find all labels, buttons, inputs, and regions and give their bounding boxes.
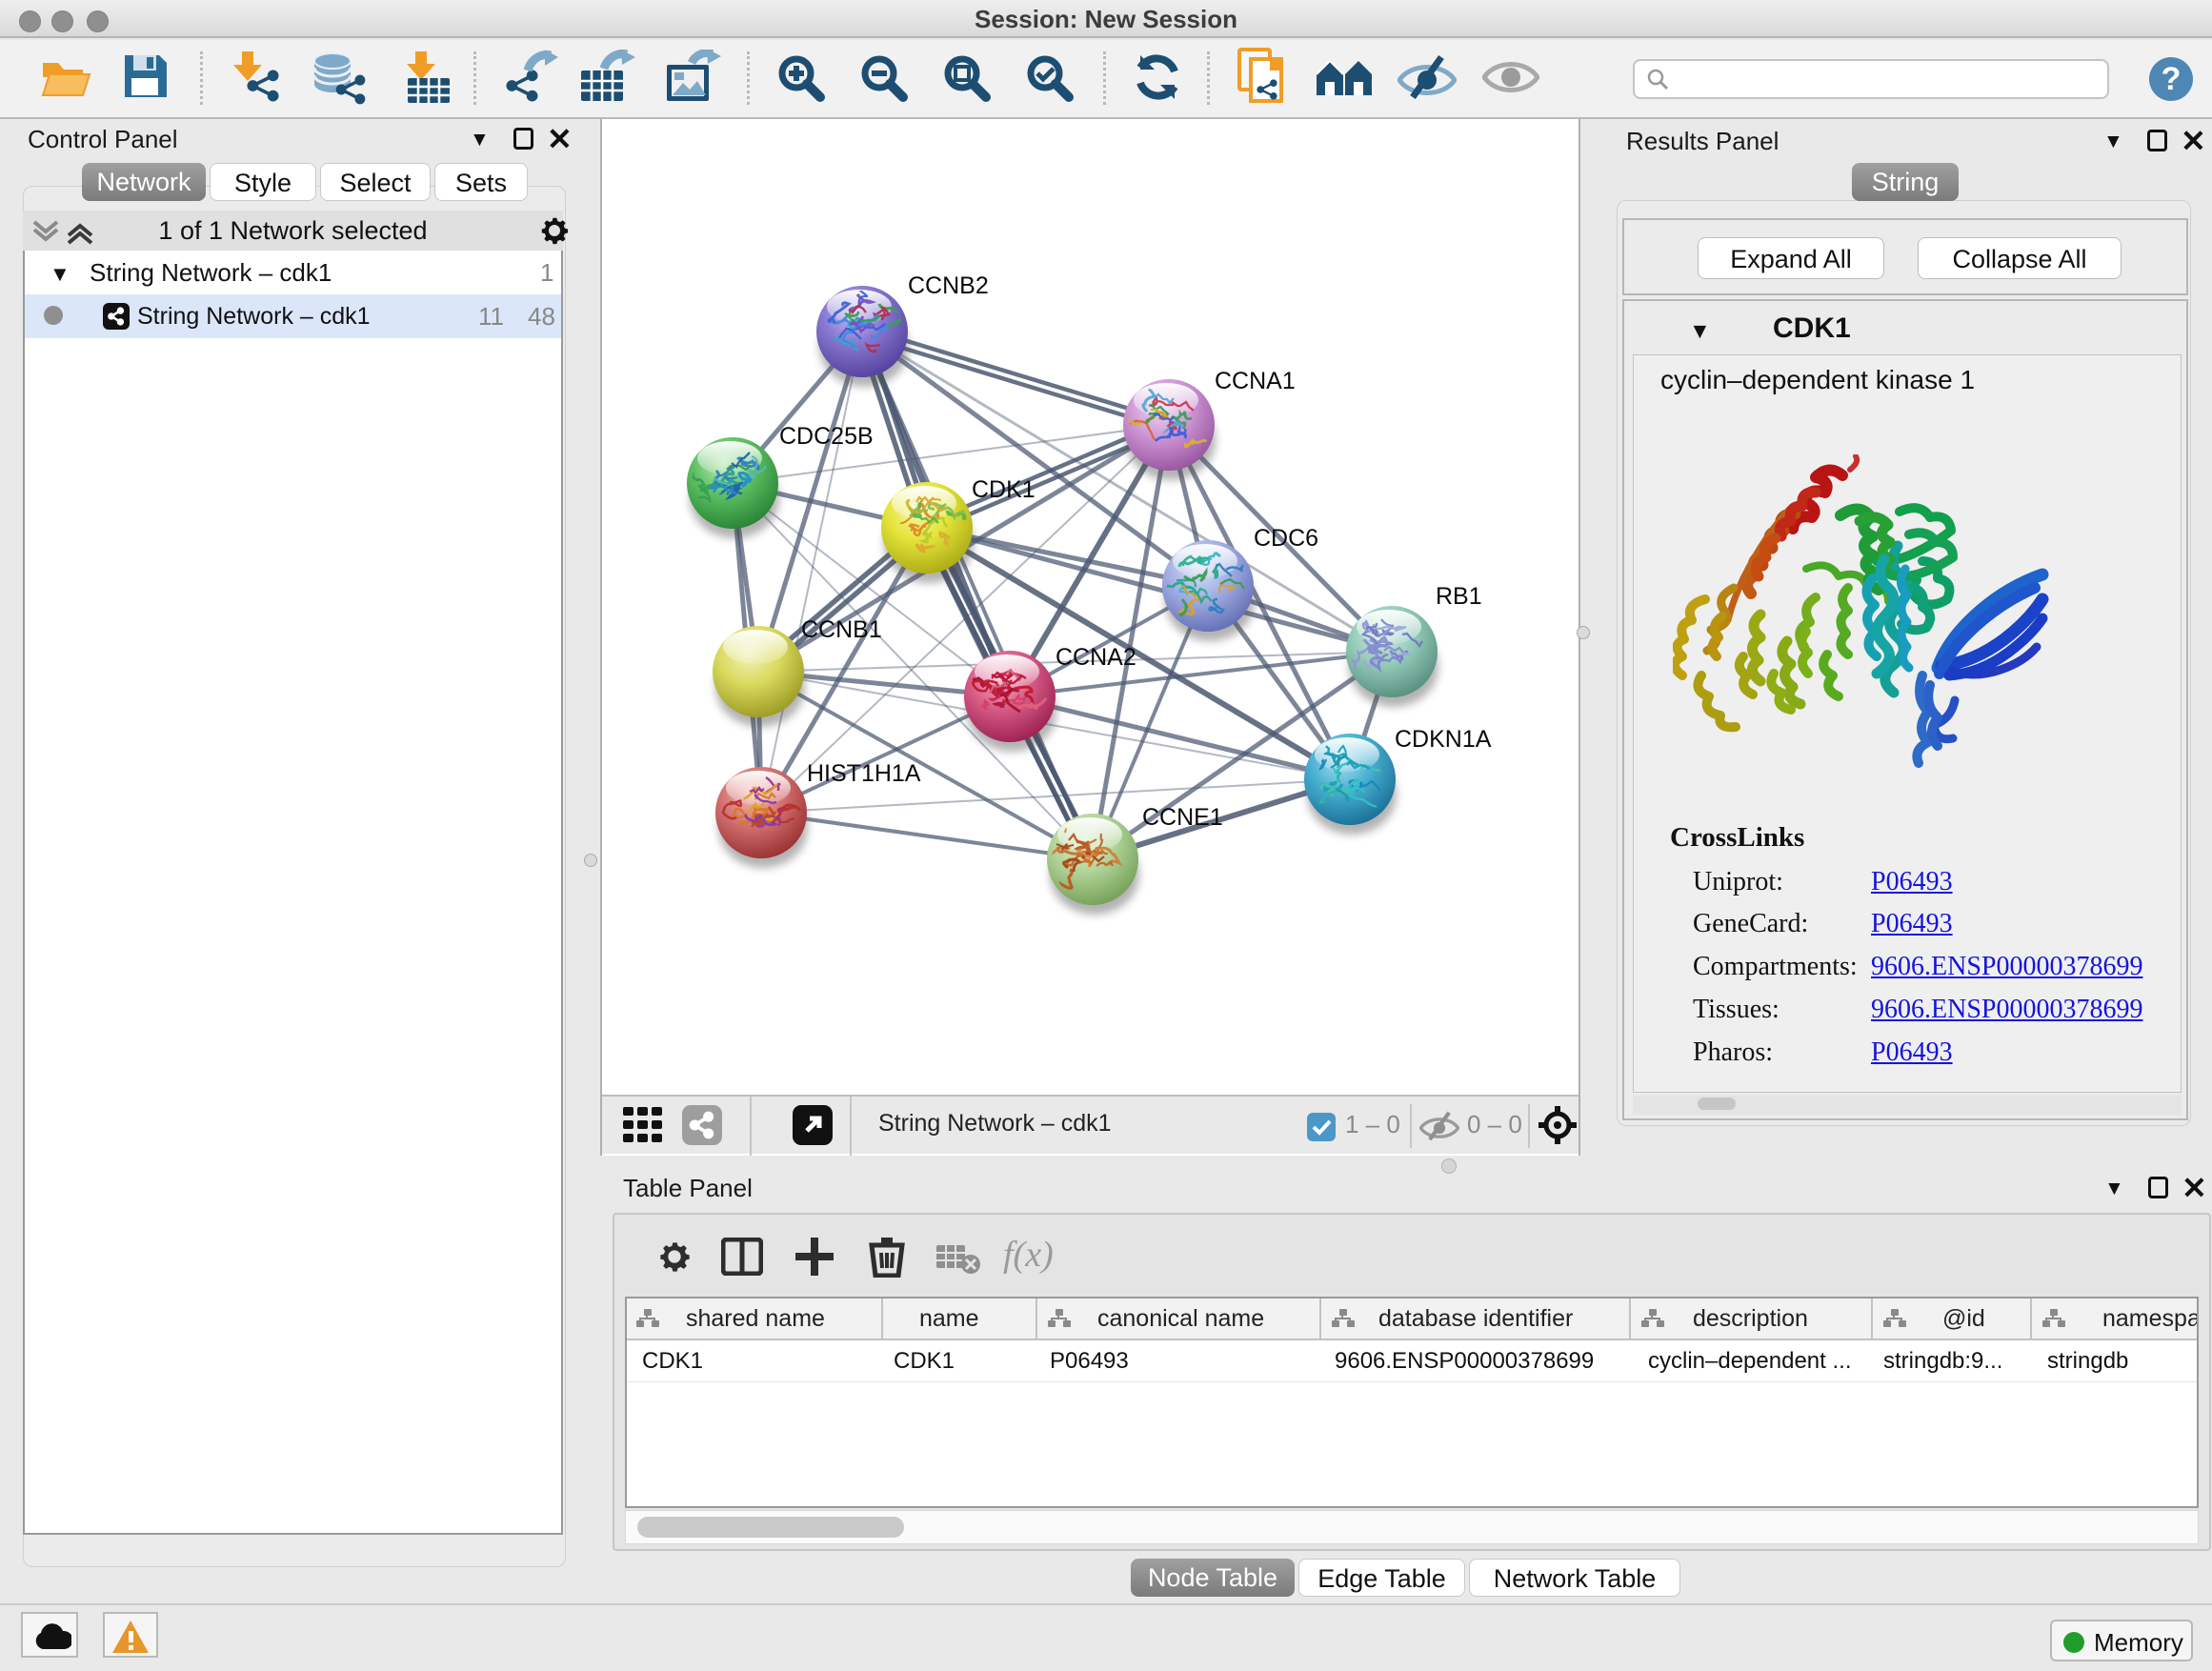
svg-text:HIST1H1A: HIST1H1A: [807, 760, 921, 787]
svg-text:CCNE1: CCNE1: [1142, 804, 1223, 831]
svg-text:RB1: RB1: [1436, 583, 1482, 610]
svg-text:CDC6: CDC6: [1254, 525, 1318, 552]
svg-text:CDKN1A: CDKN1A: [1395, 726, 1492, 753]
svg-text:CCNB2: CCNB2: [908, 272, 989, 299]
svg-text:CCNB1: CCNB1: [801, 616, 882, 643]
svg-text:CCNA2: CCNA2: [1056, 644, 1136, 671]
svg-text:CCNA1: CCNA1: [1215, 368, 1296, 394]
svg-text:CDC25B: CDC25B: [779, 423, 874, 450]
svg-text:CDK1: CDK1: [972, 476, 1036, 503]
